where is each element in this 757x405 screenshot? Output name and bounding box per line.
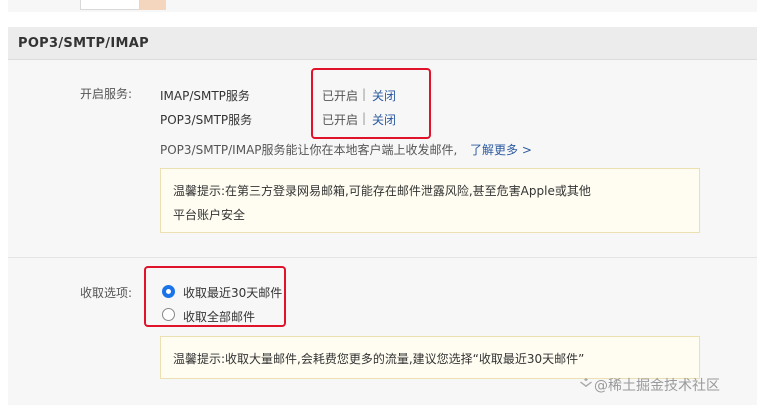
traffic-tip-text: 温馨提示:收取大量邮件,会耗费您更多的流量,建议您选择“收取最近30天邮件” bbox=[173, 352, 585, 366]
highlight-box-services bbox=[311, 68, 431, 139]
security-tip-box: 温馨提示:在第三方登录网易邮箱,可能存在邮件泄露风险,甚至危害Apple或其他 … bbox=[160, 168, 700, 233]
section-header: POP3/SMTP/IMAP bbox=[8, 27, 757, 60]
services-label: 开启服务: bbox=[80, 87, 133, 101]
section-title: POP3/SMTP/IMAP bbox=[18, 36, 149, 51]
service-name-imap: IMAP/SMTP服务 bbox=[160, 89, 250, 103]
security-tip-line2: 平台账户安全 bbox=[173, 208, 246, 222]
receive-label: 收取选项: bbox=[80, 286, 133, 300]
security-tip-line1: 温馨提示:在第三方登录网易邮箱,可能存在邮件泄露风险,甚至危害Apple或其他 bbox=[173, 184, 591, 198]
service-name-pop3: POP3/SMTP服务 bbox=[160, 113, 253, 127]
traffic-tip-box: 温馨提示:收取大量邮件,会耗费您更多的流量,建议您选择“收取最近30天邮件” bbox=[160, 336, 700, 379]
watermark-text: @稀土掘金技术社区 bbox=[594, 378, 720, 394]
juejin-logo-icon bbox=[580, 378, 592, 388]
learn-more-link[interactable]: 了解更多 > bbox=[470, 141, 532, 158]
preview-thumbnail bbox=[80, 0, 140, 10]
services-description: POP3/SMTP/IMAP服务能让你在本地客户端上收发邮件, bbox=[160, 143, 458, 157]
section-divider bbox=[8, 257, 757, 258]
preview-thumbnail-accent bbox=[140, 0, 166, 10]
highlight-box-receive bbox=[144, 266, 286, 327]
